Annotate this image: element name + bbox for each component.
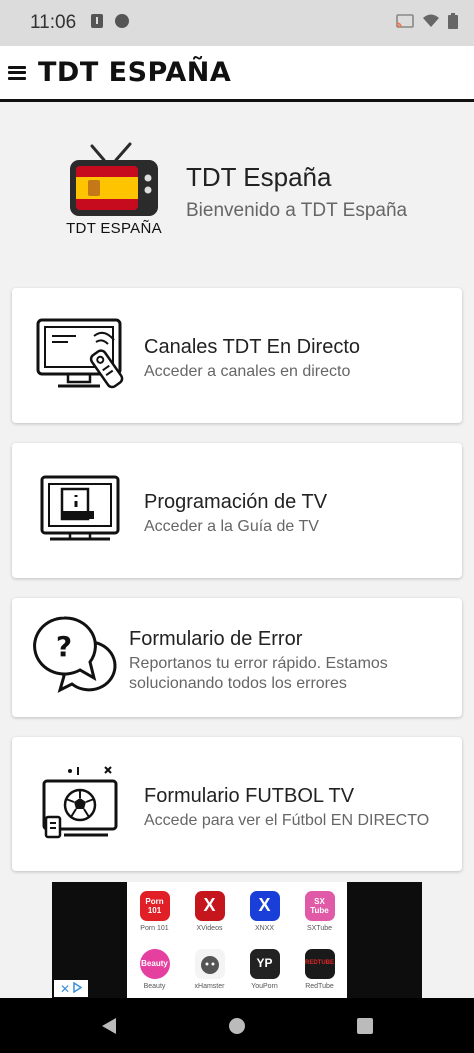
card-formulario-error[interactable]: ? Formulario de Error Reportanos tu erro… [12,598,462,717]
welcome-header: TDT ESPAÑA TDT España Bienvenido a TDT E… [0,140,474,250]
ad-app-tile: REDTUBE [304,948,335,979]
ad-app-label: XNXX [254,924,275,932]
ad-app-tile: YP [249,948,280,979]
status-time: 11:06 [30,12,77,33]
ad-app-label: Porn 101 [140,924,169,932]
card-title: Programación de TV [144,491,328,513]
main-content[interactable]: TDT ESPAÑA TDT España Bienvenido a TDT E… [0,102,474,878]
notification-icon [90,13,104,34]
ad-app-item[interactable]: Beauty Beauty [127,940,182,998]
ad-app-item[interactable]: REDTUBE RedTube [292,940,347,998]
card-title: Canales TDT En Directo [144,336,361,358]
ad-app-tile: X [194,890,225,921]
football-tv-icon [42,765,120,844]
card-title: Formulario de Error [129,628,303,650]
card-subtitle-line1: Reportanos tu error rápido. Estamos [129,655,388,672]
ad-app-item[interactable]: SX Tube SXTube [292,882,347,940]
ad-app-tile: X [249,890,280,921]
ad-app-item[interactable]: X XVideos [182,882,237,940]
system-nav-bar [0,998,474,1053]
ad-app-label: YouPorn [251,982,278,990]
ad-app-label: xHamster [194,982,225,990]
message-bubble-icon [114,13,130,34]
app-bar: TDT ESPAÑA [0,46,474,102]
card-canales-tdt[interactable]: Canales TDT En Directo Acceder a canales… [12,288,462,423]
close-icon: ✕ [59,981,71,996]
cast-icon [396,13,414,33]
ad-app-grid[interactable]: Porn 101 Porn 101 X XVideos X XNXX SX Tu… [127,882,347,998]
ad-app-label: RedTube [305,982,334,990]
ad-app-tile: Beauty [139,948,170,979]
card-programacion-tv[interactable]: Programación de TV Acceder a la Guía de … [12,443,462,578]
card-formulario-futbol[interactable]: Formulario FUTBOL TV Accede para ver el … [12,737,462,871]
ad-app-tile: SX Tube [304,890,335,921]
ad-app-item[interactable]: YP YouPorn [237,940,292,998]
ad-app-label: XVideos [196,924,223,932]
ad-app-item[interactable]: Porn 101 Porn 101 [127,882,182,940]
tv-remote-icon [36,318,124,397]
ad-app-item[interactable]: X XNXX [237,882,292,940]
battery-icon [448,12,458,34]
card-subtitle-line2: solucionando todos los errores [129,675,347,692]
status-bar: 11:06 [0,0,474,46]
wifi-icon [422,14,440,33]
card-subtitle: Acceder a la Guía de TV [144,518,319,535]
home-icon[interactable] [228,1017,246,1035]
header-title: TDT España [186,162,332,192]
ad-app-tile: Porn 101 [139,890,170,921]
ad-app-label: Beauty [143,982,166,990]
svg-text:?: ? [56,630,72,663]
question-chat-icon: ? [30,614,118,707]
app-title: TDT ESPAÑA [38,57,232,88]
back-icon[interactable] [100,1017,118,1035]
ad-choices-button[interactable]: ✕ [54,980,88,997]
card-subtitle: Acceder a canales en directo [144,363,351,380]
ad-app-item[interactable]: xHamster [182,940,237,998]
adchoices-icon [73,981,83,996]
tv-guide-icon [40,475,122,552]
card-title: Formulario FUTBOL TV [144,785,355,807]
recents-icon[interactable] [356,1017,374,1035]
xhamster-logo-icon [194,948,225,979]
ad-app-label: SXTube [306,924,333,932]
hamburger-menu-icon[interactable] [8,64,26,82]
ad-banner[interactable]: Porn 101 Porn 101 X XVideos X XNXX SX Tu… [0,882,474,998]
card-subtitle: Accede para ver el Fútbol EN DIRECTO [144,812,430,829]
header-subtitle: Bienvenido a TDT España [186,200,408,221]
logo-caption: TDT ESPAÑA [66,220,162,237]
